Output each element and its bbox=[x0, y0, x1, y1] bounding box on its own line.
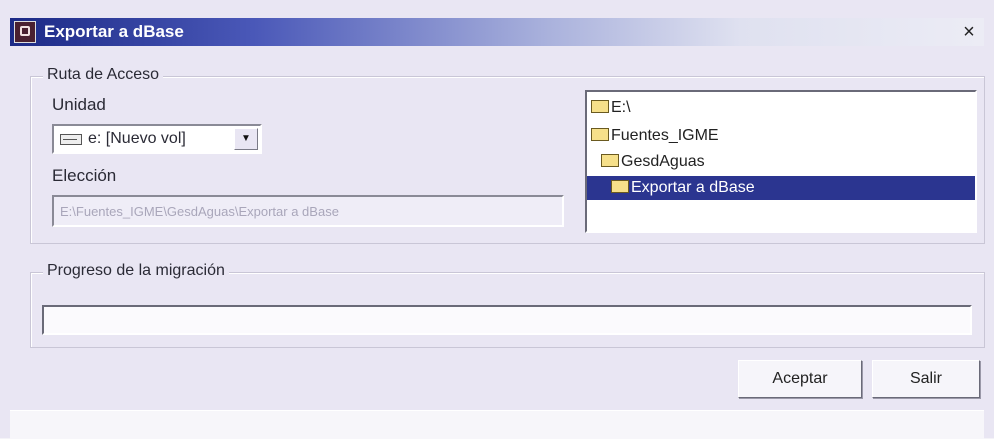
progreso-group-label: Progreso de la migración bbox=[43, 262, 229, 280]
ruta-group-label: Ruta de Acceso bbox=[43, 66, 164, 84]
aceptar-button[interactable]: Aceptar bbox=[738, 360, 862, 398]
unidad-selected-value: e: [Nuevo vol] bbox=[88, 130, 186, 147]
status-bar bbox=[10, 410, 984, 439]
app-icon bbox=[14, 21, 36, 43]
tree-item-e-root[interactable]: E:\ bbox=[591, 96, 631, 120]
close-button[interactable]: × bbox=[957, 20, 981, 44]
tree-item-label: E:\ bbox=[611, 99, 631, 116]
drive-icon bbox=[60, 134, 82, 145]
open-folder-icon bbox=[601, 154, 619, 167]
salir-button[interactable]: Salir bbox=[872, 360, 980, 398]
tree-item-exportar-a-dbase[interactable]: Exportar a dBase bbox=[587, 176, 975, 200]
unidad-label: Unidad bbox=[52, 95, 106, 114]
window-title: Exportar a dBase bbox=[44, 22, 184, 41]
directory-tree[interactable]: E:\ Fuentes_IGME GesdAguas Exportar a dB… bbox=[585, 90, 977, 233]
tree-item-fuentes-igme[interactable]: Fuentes_IGME bbox=[591, 124, 719, 148]
unidad-dropdown[interactable]: e: [Nuevo vol] ▼ bbox=[52, 124, 262, 154]
tree-item-label: Exportar a dBase bbox=[631, 179, 755, 196]
open-folder-icon bbox=[611, 180, 629, 193]
title-bar[interactable]: Exportar a dBase bbox=[10, 18, 984, 46]
open-folder-icon bbox=[591, 128, 609, 141]
migration-progress-bar bbox=[42, 305, 972, 335]
chevron-down-icon[interactable]: ▼ bbox=[234, 128, 258, 150]
eleccion-path-field[interactable]: E:\Fuentes_IGME\GesdAguas\Exportar a dBa… bbox=[52, 195, 564, 227]
eleccion-label: Elección bbox=[52, 166, 117, 185]
tree-item-gesdaguas[interactable]: GesdAguas bbox=[601, 150, 705, 174]
open-folder-icon bbox=[591, 100, 609, 113]
tree-item-label: GesdAguas bbox=[621, 153, 705, 170]
tree-item-label: Fuentes_IGME bbox=[611, 127, 719, 144]
export-dialog: Exportar a dBase × Ruta de Acceso Unidad… bbox=[0, 0, 994, 439]
